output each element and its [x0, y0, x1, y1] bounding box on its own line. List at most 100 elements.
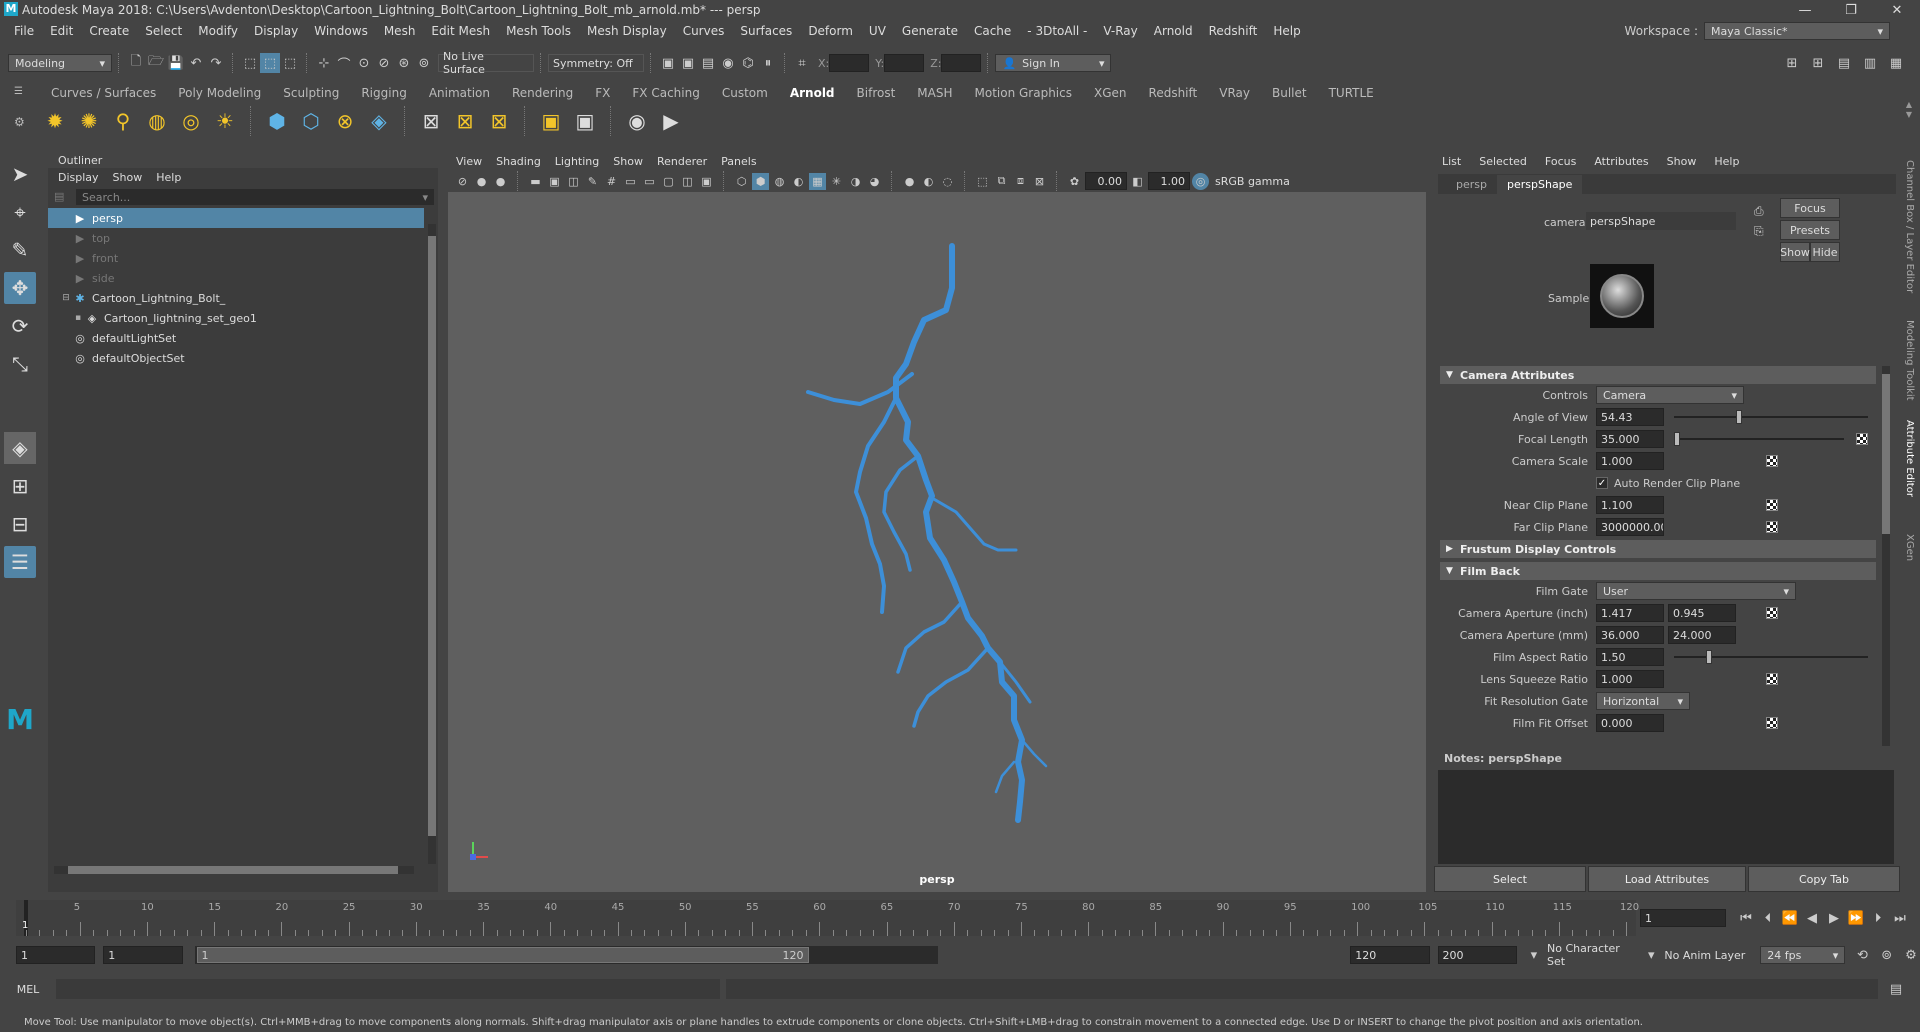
go-to-end-icon[interactable]: ⏭ — [1890, 908, 1910, 928]
scale-field[interactable]: 1.000 — [1596, 452, 1664, 470]
map-button-icon[interactable] — [1766, 607, 1778, 619]
grid-icon[interactable]: # — [603, 173, 620, 190]
menu-display[interactable]: Display — [246, 24, 306, 38]
outliner-menu-help[interactable]: Help — [156, 171, 181, 184]
shelf-tab-arnold[interactable]: Arnold — [779, 84, 846, 102]
skydome-light-icon[interactable]: ◍ — [142, 106, 172, 136]
focus-button[interactable]: Focus — [1780, 198, 1840, 218]
light-manager-icon[interactable]: ▣ — [570, 106, 600, 136]
current-frame-field[interactable]: 1 — [1640, 909, 1726, 927]
section-camera-attributes[interactable]: ▼ Camera Attributes — [1440, 366, 1876, 384]
end-time-field[interactable]: 200 — [1437, 946, 1517, 964]
select-tool-icon[interactable]: ➤ — [4, 158, 36, 190]
shelf-settings-icon[interactable]: ⚙ — [14, 115, 32, 129]
go-to-start-icon[interactable]: ⏮ — [1736, 908, 1756, 928]
exposure-icon[interactable]: ✿ — [1066, 173, 1083, 190]
step-forward-frame-icon[interactable]: ⏵ — [1868, 908, 1888, 928]
menu-modify[interactable]: Modify — [190, 24, 246, 38]
isolate-select-icon[interactable]: ⬚ — [974, 173, 991, 190]
select-button[interactable]: Select — [1434, 866, 1586, 892]
loop-icon[interactable]: ⟲ — [1853, 945, 1871, 965]
menu-mesh-tools[interactable]: Mesh Tools — [498, 24, 579, 38]
camera-attr-icon[interactable]: ● — [492, 173, 509, 190]
render-frame-icon[interactable]: ▣ — [658, 53, 678, 73]
outliner-item-side[interactable]: ▶ side — [48, 268, 424, 288]
menu-select[interactable]: Select — [137, 24, 190, 38]
aperture-mm-x-field[interactable]: 36.000 — [1596, 626, 1664, 644]
mesh-light-icon[interactable]: ✺ — [74, 106, 104, 136]
expand-icon[interactable]: ▪ — [72, 313, 84, 323]
four-view-icon[interactable]: ⊞ — [4, 470, 36, 502]
transform-mode-icon[interactable]: ⌗ — [792, 53, 812, 73]
lasso-tool-icon[interactable]: ⌖ — [4, 196, 36, 228]
outliner-layout-icon[interactable]: ☰ — [4, 546, 36, 578]
shelf-tab-poly-modeling[interactable]: Poly Modeling — [167, 84, 272, 102]
menu-edit[interactable]: Edit — [42, 24, 81, 38]
field-chart-icon[interactable]: ◫ — [679, 173, 696, 190]
two-d-pan-icon[interactable]: ◫ — [565, 173, 582, 190]
chevron-down-icon[interactable]: ▾ — [1525, 945, 1543, 965]
move-tool-icon[interactable]: ✥ — [4, 272, 36, 304]
focal-slider[interactable] — [1674, 432, 1844, 446]
gamma-icon[interactable]: ◧ — [1129, 173, 1146, 190]
slider-knob[interactable] — [1674, 432, 1680, 446]
tx-manager-icon[interactable]: ▣ — [536, 106, 566, 136]
menu-redshift[interactable]: Redshift — [1201, 24, 1266, 38]
snap-projected-icon[interactable]: ⊘ — [374, 53, 394, 73]
play-forwards-icon[interactable]: ▶ — [1824, 908, 1844, 928]
aov-field[interactable]: 54.43 — [1596, 408, 1664, 426]
ae-menu-focus[interactable]: Focus — [1545, 155, 1576, 168]
hide-button[interactable]: Hide — [1810, 242, 1840, 262]
volume-icon[interactable]: ◈ — [364, 106, 394, 136]
shelf-tab-turtle[interactable]: TURTLE — [1318, 84, 1385, 102]
shelf-menu-icon[interactable]: ☰ — [14, 86, 32, 97]
outliner-item-default-object-set[interactable]: ◎ defaultObjectSet — [48, 348, 424, 368]
attribute-editor-icon[interactable]: ▤ — [1834, 53, 1854, 73]
outliner-search-input[interactable]: Search... ▾ — [76, 189, 434, 205]
presets-button[interactable]: Presets — [1780, 220, 1840, 240]
shelf-tab-redshift[interactable]: Redshift — [1138, 84, 1209, 102]
menu-create[interactable]: Create — [81, 24, 137, 38]
single-view-icon[interactable]: ◈ — [4, 432, 36, 464]
wireframe-on-shaded-icon[interactable]: ◍ — [771, 173, 788, 190]
redo-icon[interactable]: ↷ — [206, 53, 226, 73]
step-back-frame-icon[interactable]: ⏴ — [1758, 908, 1778, 928]
tool-settings-icon[interactable]: ▥ — [1860, 53, 1880, 73]
resolution-gate-icon[interactable]: ▭ — [641, 173, 658, 190]
near-clip-field[interactable]: 1.100 — [1596, 496, 1664, 514]
depth-of-field-icon[interactable]: ◌ — [939, 173, 956, 190]
rotate-tool-icon[interactable]: ⟳ — [4, 310, 36, 342]
film-gate-icon[interactable]: ▭ — [622, 173, 639, 190]
start-time-field[interactable]: 1 — [16, 946, 96, 964]
lock-camera-icon[interactable]: ● — [473, 173, 490, 190]
side-tab-xgen[interactable]: XGen — [1904, 534, 1915, 561]
pause-icon[interactable]: ⏸ — [758, 53, 778, 73]
menu-mesh[interactable]: Mesh — [376, 24, 424, 38]
close-button[interactable]: ✕ — [1874, 0, 1920, 20]
select-hierarchy-icon[interactable]: ⬚ — [240, 53, 260, 73]
chevron-down-icon[interactable]: ▾ — [1642, 945, 1660, 965]
x-field[interactable] — [829, 54, 870, 72]
play-backwards-icon[interactable]: ◀ — [1802, 908, 1822, 928]
outliner-item-cartoon-lightning-bolt[interactable]: ⊟ ✱ Cartoon_Lightning_Bolt_ — [48, 288, 424, 308]
live-surface-field[interactable]: No Live Surface — [438, 50, 534, 76]
make-live-icon[interactable]: ⊚ — [414, 53, 434, 73]
map-button-icon[interactable] — [1766, 717, 1778, 729]
map-button-icon[interactable] — [1766, 455, 1778, 467]
aperture-inch-y-field[interactable]: 0.945 — [1668, 604, 1736, 622]
fps-dropdown[interactable]: 24 fps ▾ — [1760, 946, 1846, 964]
snap-grid-icon[interactable]: ⊹ — [314, 53, 334, 73]
outliner-item-default-light-set[interactable]: ◎ defaultLightSet — [48, 328, 424, 348]
gamma-field[interactable]: 1.00 — [1148, 172, 1190, 190]
outliner-item-lightning-geo[interactable]: ▪ ◈ Cartoon_lightning_set_geo1 — [48, 308, 424, 328]
shelf-tab-vray[interactable]: VRay — [1208, 84, 1261, 102]
motion-blur-icon[interactable]: ● — [901, 173, 918, 190]
menu-edit-mesh[interactable]: Edit Mesh — [423, 24, 498, 38]
load-attributes-button[interactable]: Load Attributes — [1588, 866, 1746, 892]
menu-generate[interactable]: Generate — [894, 24, 966, 38]
scale-tool-icon[interactable]: ⤡ — [4, 348, 36, 380]
safe-action-icon[interactable]: ▣ — [698, 173, 715, 190]
xray-comp-icon[interactable]: ⊠ — [1031, 173, 1048, 190]
outliner-menu-show[interactable]: Show — [113, 171, 143, 184]
sign-in-button[interactable]: 👤 Sign In ▾ — [995, 54, 1112, 72]
